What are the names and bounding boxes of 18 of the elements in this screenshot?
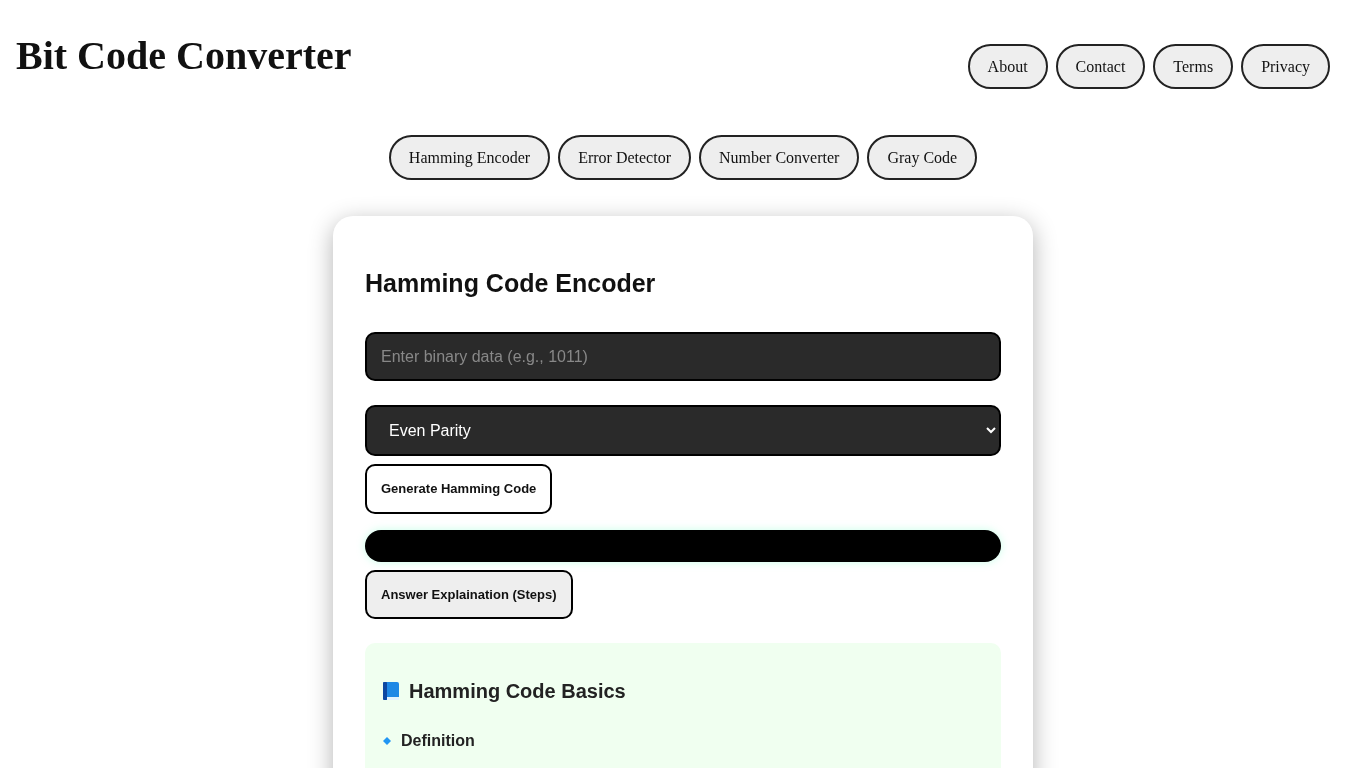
book-icon xyxy=(381,681,401,702)
generate-button[interactable]: Generate Hamming Code xyxy=(365,464,553,514)
tool-button[interactable]: Number Converter xyxy=(699,135,860,181)
tool-button[interactable]: Error Detector xyxy=(558,135,691,181)
nav-link[interactable]: About xyxy=(967,44,1048,90)
parity-select[interactable]: Even Parity xyxy=(365,405,1001,457)
explanation-button[interactable]: Answer Explaination (Steps) xyxy=(365,569,573,620)
nav-link[interactable]: Contact xyxy=(1055,44,1146,90)
binary-input-field[interactable]: Enter binary data (e.g., 1011) xyxy=(365,332,1001,382)
info-heading: Hamming Code Basics xyxy=(409,679,626,704)
info-subheading: Definition xyxy=(401,731,475,752)
nav-link[interactable]: Terms xyxy=(1153,44,1234,90)
tool-button[interactable]: Hamming Encoder xyxy=(388,135,551,181)
card-title: Hamming Code Encoder xyxy=(365,268,657,299)
site-title: Bit Code Converter xyxy=(16,36,352,76)
tool-button[interactable]: Gray Code xyxy=(867,135,978,181)
nav-link[interactable]: Privacy xyxy=(1241,44,1330,90)
diamond-icon xyxy=(381,735,393,748)
